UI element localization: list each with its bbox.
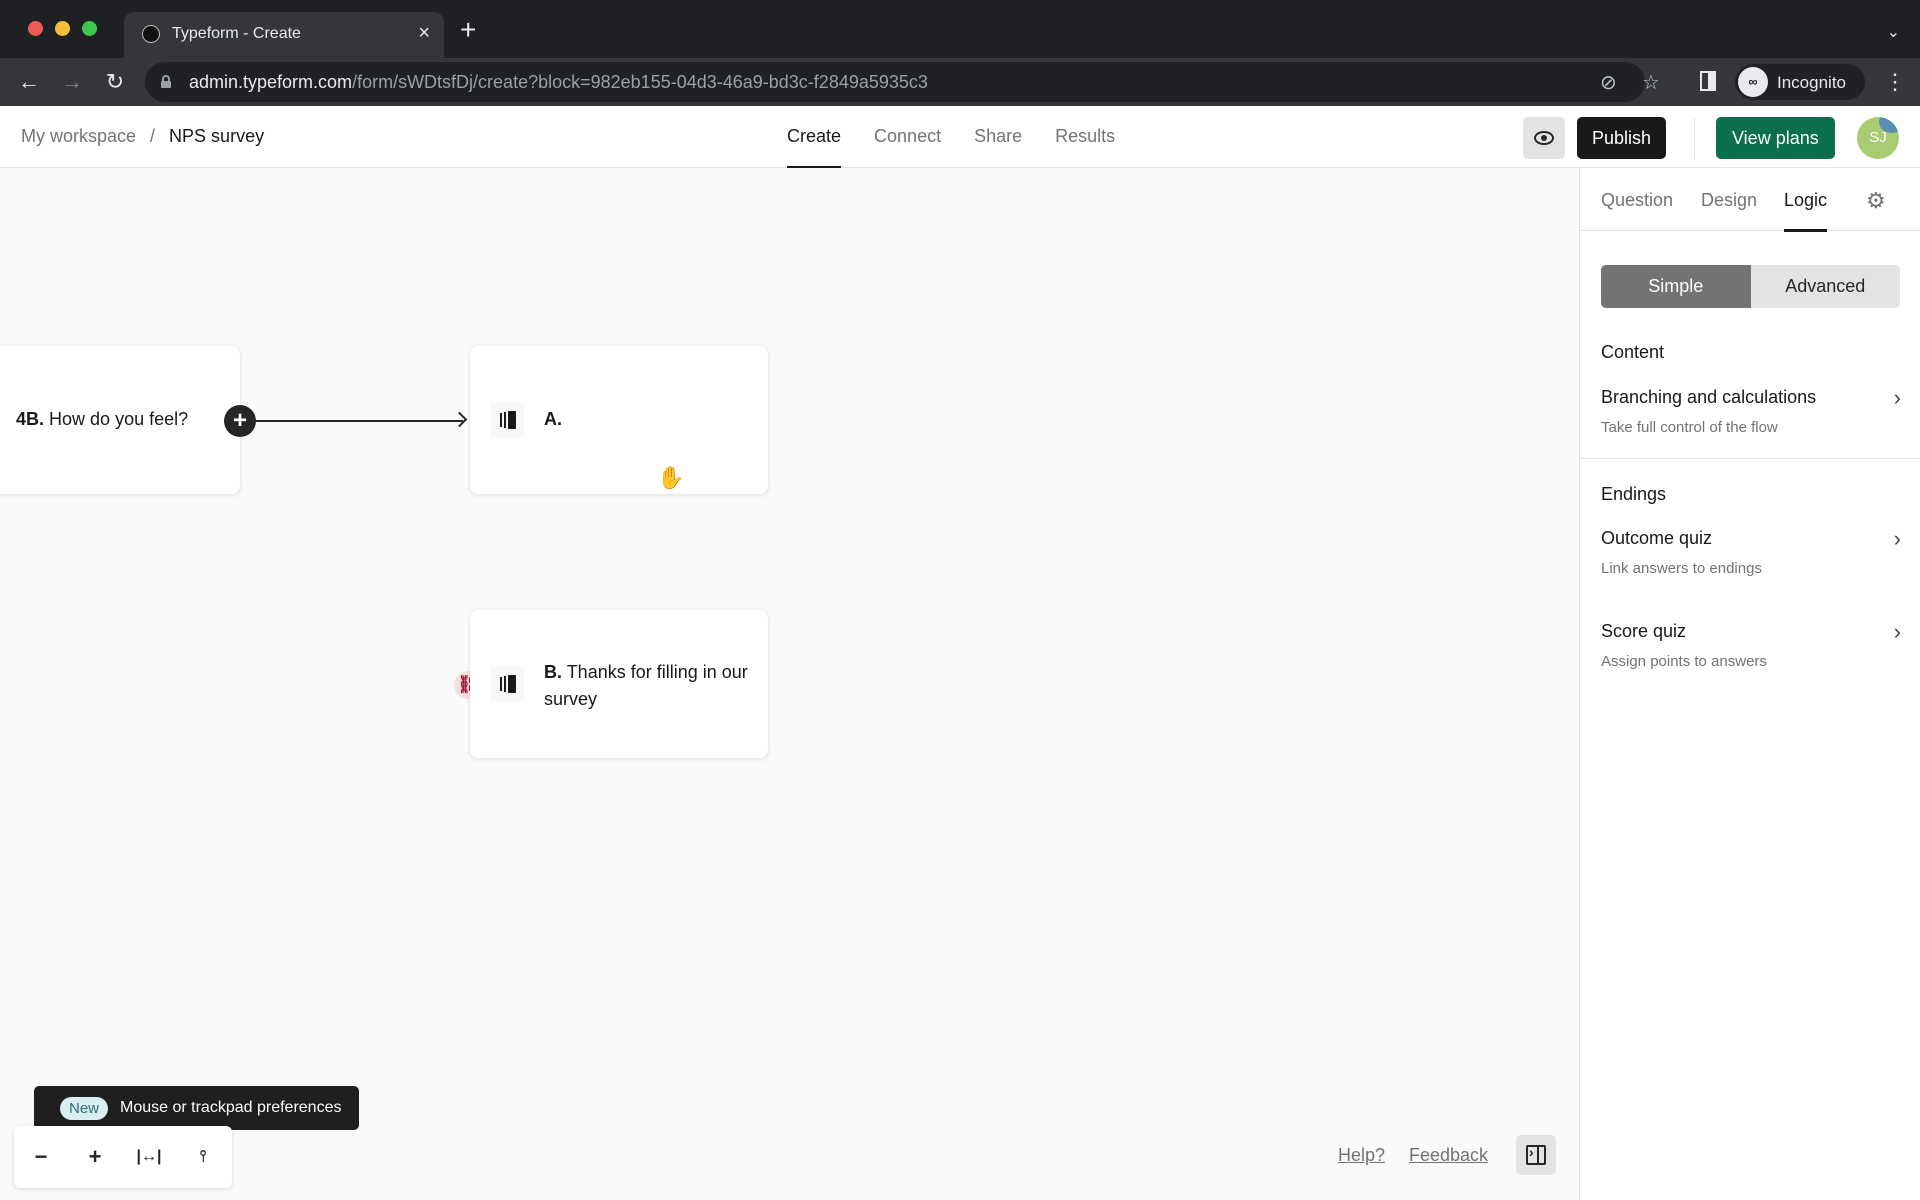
tab-question[interactable]: Question	[1601, 190, 1673, 211]
section-divider	[1580, 458, 1920, 459]
sliders-preferences-icon[interactable]: ⫯	[176, 1126, 230, 1188]
ending-node-a[interactable]: A.	[470, 346, 768, 494]
incognito-icon: ∞	[1738, 67, 1768, 97]
new-badge: New	[60, 1096, 109, 1120]
tab-title: Typeform - Create	[172, 25, 301, 42]
back-arrow-icon[interactable]: ←	[15, 68, 43, 96]
eye-icon	[1534, 131, 1554, 145]
advanced-mode-button[interactable]: Advanced	[1751, 265, 1901, 308]
item-description: Assign points to answers	[1601, 653, 1767, 670]
breadcrumb: My workspace / NPS survey	[21, 126, 264, 147]
tab-share[interactable]: Share	[974, 106, 1022, 168]
panel-tabs: Question Design Logic ⚙	[1580, 168, 1920, 232]
address-bar[interactable]: admin.typeform.com/form/sWDtsfDj/create?…	[145, 62, 1660, 102]
node-label: B. Thanks for filling in our survey	[544, 662, 748, 709]
zoom-out-button[interactable]: −	[14, 1126, 68, 1188]
tab-design[interactable]: Design	[1701, 190, 1757, 211]
chevron-right-icon: ›	[1893, 385, 1901, 410]
item-description: Take full control of the flow	[1601, 419, 1778, 436]
browser-tab[interactable]: Typeform - Create ×	[124, 12, 444, 58]
main-tabs: Create Connect Share Results	[787, 106, 1115, 169]
breadcrumb-separator: /	[150, 126, 156, 146]
avatar-initials: SJ	[1869, 129, 1887, 146]
header-divider	[1694, 118, 1695, 158]
node-label: 4B. How do you feel?	[16, 409, 189, 429]
logic-mode-toggle: Simple Advanced	[1601, 265, 1900, 308]
outcome-quiz-item[interactable]: Outcome quiz Link answers to endings ›	[1580, 526, 1920, 598]
publish-button[interactable]: Publish	[1577, 117, 1667, 159]
chevron-right-icon: ›	[1893, 619, 1901, 644]
chevron-right-icon: ›	[1893, 526, 1901, 551]
reload-icon[interactable]: ↻	[101, 68, 129, 96]
tab-connect[interactable]: Connect	[874, 106, 941, 168]
gear-icon[interactable]: ⚙	[1866, 188, 1886, 214]
tab-close-icon[interactable]: ×	[418, 22, 430, 44]
help-link[interactable]: Help?	[1338, 1145, 1385, 1166]
connection-line	[256, 420, 463, 422]
bookmark-star-icon[interactable]: ☆	[1642, 70, 1660, 95]
logic-map-canvas[interactable]: 4B. How do you feel? + A. ⛓ B. Thanks fo…	[0, 168, 1579, 1200]
tracking-protection-eye-off-icon[interactable]: ⊘	[1600, 70, 1617, 95]
browser-titlebar: Typeform - Create × + ⌄	[0, 0, 1920, 58]
logic-side-panel: Question Design Logic ⚙ Simple Advanced …	[1579, 168, 1920, 1200]
zoom-controls: − + |↔| ⫯	[14, 1126, 232, 1188]
app-header: My workspace / NPS survey Create Connect S…	[0, 106, 1920, 169]
add-connection-plus-button[interactable]: +	[224, 405, 256, 437]
new-tab-button[interactable]: +	[460, 16, 476, 44]
grab-hand-cursor-icon: ✋	[657, 465, 685, 490]
browser-toolbar: ← → ↻ admin.typeform.com/form/sWDtsfDj/c…	[0, 58, 1920, 106]
item-title: Score quiz	[1601, 621, 1687, 641]
typeform-app: My workspace / NPS survey Create Connect S…	[0, 106, 1920, 1200]
maximize-window-button[interactable]	[82, 21, 97, 36]
arrow-head-icon	[451, 411, 468, 428]
preview-button[interactable]	[1523, 117, 1565, 159]
item-description: Link answers to endings	[1601, 560, 1762, 577]
item-title: Outcome quiz	[1601, 528, 1713, 548]
ending-screen-icon	[490, 403, 524, 437]
question-node-4b[interactable]: 4B. How do you feel?	[0, 346, 240, 494]
fit-to-screen-icon[interactable]: |↔|	[122, 1126, 176, 1188]
tooltip-text: Mouse or trackpad preferences	[120, 1099, 342, 1116]
branching-and-calculations-item[interactable]: Branching and calculations Take full con…	[1580, 385, 1920, 457]
close-window-button[interactable]	[28, 21, 43, 36]
forward-arrow-icon[interactable]: →	[58, 68, 86, 96]
endings-section-title: Endings	[1601, 484, 1667, 504]
ending-screen-icon	[490, 667, 524, 701]
toggle-panel-button[interactable]	[1516, 1135, 1556, 1175]
tab-search-chevron-icon[interactable]: ⌄	[1887, 22, 1900, 42]
score-quiz-item[interactable]: Score quiz Assign points to answers ›	[1580, 619, 1920, 691]
incognito-label: Incognito	[1777, 73, 1846, 92]
url-text[interactable]: admin.typeform.com/form/sWDtsfDj/create?…	[189, 72, 928, 93]
simple-mode-button[interactable]: Simple	[1601, 265, 1751, 308]
ending-node-b[interactable]: B. Thanks for filling in our survey	[470, 610, 768, 758]
breadcrumb-workspace-link[interactable]: My workspace	[21, 126, 136, 146]
incognito-profile-button[interactable]: ∞ Incognito	[1735, 64, 1865, 100]
browser-menu-kebab-icon[interactable]: ⋮	[1884, 68, 1906, 96]
side-panel-icon[interactable]	[1700, 71, 1716, 91]
tab-logic[interactable]: Logic	[1784, 190, 1828, 232]
lock-icon[interactable]	[161, 75, 171, 88]
user-avatar[interactable]: SJ	[1857, 117, 1899, 159]
zoom-in-button[interactable]: +	[68, 1126, 122, 1188]
feedback-link[interactable]: Feedback	[1409, 1145, 1488, 1166]
item-title: Branching and calculations	[1601, 387, 1817, 407]
breadcrumb-form-name[interactable]: NPS survey	[169, 126, 264, 146]
minimize-window-button[interactable]	[55, 21, 70, 36]
tab-results[interactable]: Results	[1055, 106, 1115, 168]
collapse-panel-icon	[1526, 1144, 1546, 1165]
tab-create[interactable]: Create	[787, 106, 842, 169]
view-plans-button[interactable]: View plans	[1716, 117, 1835, 159]
node-label: A.	[544, 409, 562, 429]
content-section-title: Content	[1601, 342, 1665, 362]
trackpad-preferences-tooltip: New Mouse or trackpad preferences	[34, 1086, 360, 1137]
typeform-favicon-icon	[142, 25, 160, 43]
